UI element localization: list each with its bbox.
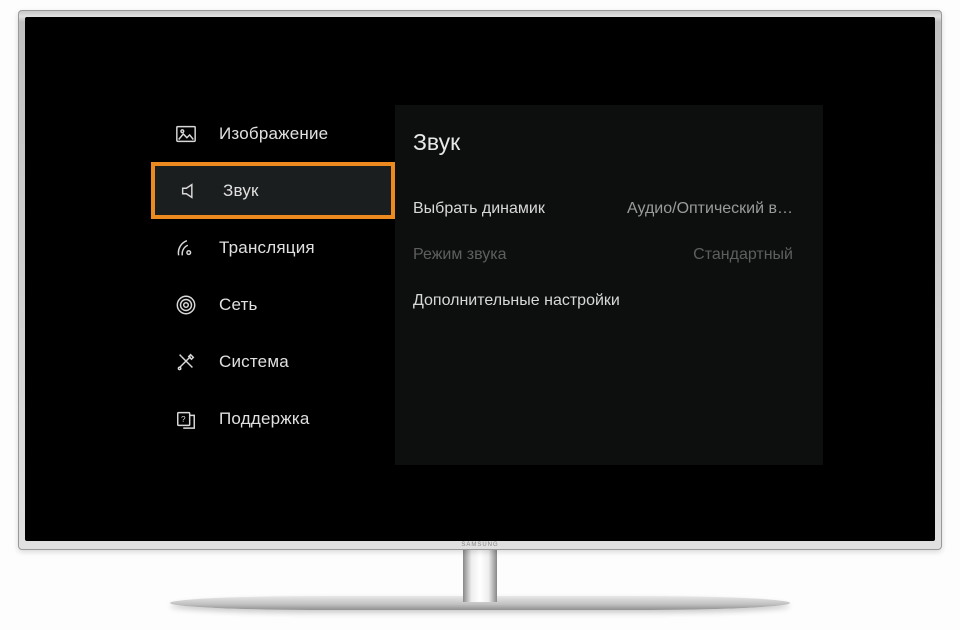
broadcast-icon	[175, 237, 197, 259]
setting-label: Выбрать динамик	[413, 200, 545, 218]
network-icon	[175, 294, 197, 316]
sidebar-item-label: Изображение	[219, 124, 328, 144]
sidebar-item-broadcast[interactable]: Трансляция	[151, 219, 395, 276]
svg-text:?: ?	[181, 414, 186, 423]
sidebar-item-label: Трансляция	[219, 238, 315, 258]
sidebar-item-support[interactable]: ? Поддержка	[151, 390, 395, 447]
settings-menu: Изображение Звук	[151, 105, 823, 465]
setting-value: Аудио/Оптический в…	[627, 200, 793, 218]
picture-icon	[175, 123, 197, 145]
content-title: Звук	[413, 129, 793, 156]
setting-label: Дополнительные настройки	[413, 292, 620, 310]
tv-frame: SAMSUNG Изображение	[18, 10, 942, 550]
sidebar-item-label: Поддержка	[219, 409, 310, 429]
tv-brand-label: SAMSUNG	[461, 542, 498, 548]
system-icon	[175, 351, 197, 373]
setting-advanced[interactable]: Дополнительные настройки	[413, 278, 793, 324]
sidebar-item-label: Звук	[223, 181, 259, 201]
settings-sidebar: Изображение Звук	[151, 105, 395, 465]
settings-content: Звук Выбрать динамик Аудио/Оптический в……	[395, 105, 823, 465]
sound-icon	[179, 180, 201, 202]
setting-speaker-select[interactable]: Выбрать динамик Аудио/Оптический в…	[413, 186, 793, 232]
setting-sound-mode: Режим звука Стандартный	[413, 232, 793, 278]
sidebar-item-label: Система	[219, 352, 289, 372]
setting-label: Режим звука	[413, 246, 507, 264]
sidebar-item-sound[interactable]: Звук	[151, 162, 395, 219]
setting-value: Стандартный	[693, 246, 793, 264]
tv-screen: Изображение Звук	[25, 17, 935, 541]
sidebar-item-network[interactable]: Сеть	[151, 276, 395, 333]
support-icon: ?	[175, 408, 197, 430]
sidebar-item-picture[interactable]: Изображение	[151, 105, 395, 162]
sidebar-item-system[interactable]: Система	[151, 333, 395, 390]
sidebar-item-label: Сеть	[219, 295, 258, 315]
tv-stand-neck	[463, 546, 497, 602]
